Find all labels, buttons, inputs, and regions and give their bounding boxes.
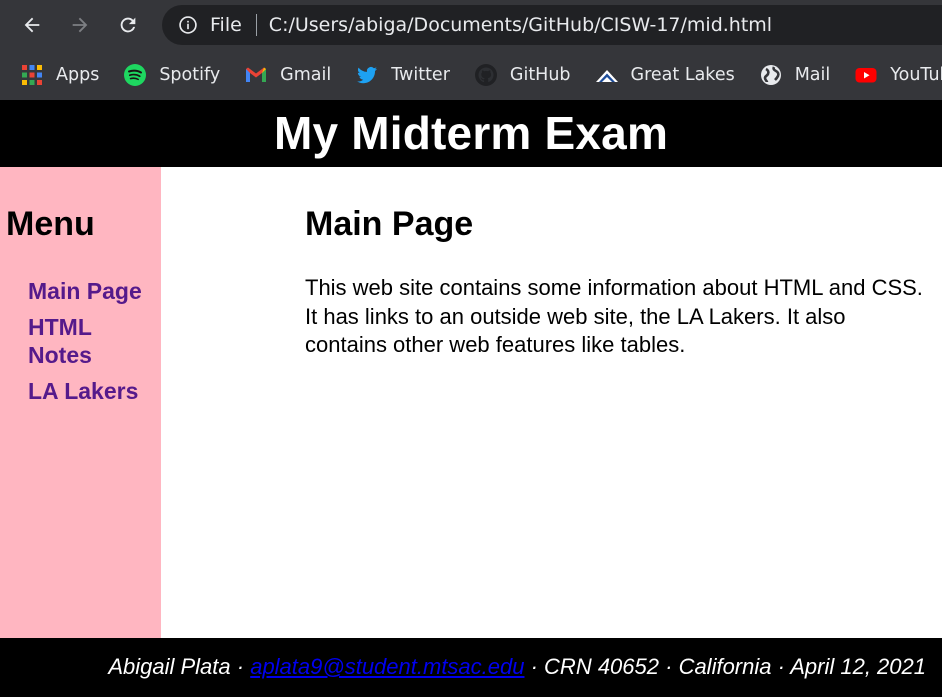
page-title: My Midterm Exam bbox=[273, 107, 669, 159]
footer-crn: CRN 40652 bbox=[544, 654, 659, 679]
reload-icon bbox=[120, 17, 136, 33]
bookmark-gmail[interactable]: Gmail bbox=[244, 63, 331, 87]
bookmark-label: Mail bbox=[794, 65, 831, 85]
bookmark-label: Great Lakes bbox=[630, 65, 735, 85]
back-button[interactable] bbox=[16, 9, 48, 41]
bookmark-great-lakes[interactable]: Great Lakes bbox=[595, 63, 735, 87]
footer-email-link[interactable]: aplata9@student.mtsac.edu bbox=[250, 654, 524, 679]
globe-icon bbox=[759, 63, 783, 87]
bookmark-label: Spotify bbox=[159, 65, 221, 85]
youtube-icon bbox=[854, 63, 878, 87]
bookmark-apps[interactable]: Apps bbox=[20, 63, 99, 87]
footer-location: California bbox=[678, 654, 772, 679]
bookmark-label: YouTube bbox=[890, 65, 942, 85]
bookmarks-bar: Apps Spotify Gmail Twitter GitHub Great … bbox=[0, 50, 942, 100]
menu-item: LA Lakers bbox=[28, 377, 153, 405]
address-bar[interactable]: File C:/Users/abiga/Documents/GitHub/CIS… bbox=[162, 5, 942, 45]
footer-separator: · bbox=[524, 654, 545, 679]
menu-link-main-page[interactable]: Main Page bbox=[28, 277, 153, 305]
sidebar-menu: Menu Main Page HTML Notes LA Lakers bbox=[0, 167, 161, 638]
menu-link-la-lakers[interactable]: LA Lakers bbox=[28, 377, 153, 405]
url-text[interactable]: C:/Users/abiga/Documents/GitHub/CISW-17/… bbox=[269, 14, 772, 36]
apps-grid-icon bbox=[20, 63, 44, 87]
bookmark-mail[interactable]: Mail bbox=[759, 63, 831, 87]
bookmark-youtube[interactable]: YouTube bbox=[854, 63, 942, 87]
footer-separator: · bbox=[659, 654, 679, 679]
bookmark-twitter[interactable]: Twitter bbox=[355, 63, 450, 87]
main-content: Main Page This web site contains some in… bbox=[305, 167, 935, 360]
menu-item: HTML Notes bbox=[28, 313, 153, 369]
bookmark-github[interactable]: GitHub bbox=[474, 63, 571, 87]
site-header: My Midterm Exam bbox=[0, 100, 942, 167]
bookmark-label: Gmail bbox=[280, 65, 332, 85]
footer-separator: · bbox=[230, 654, 251, 679]
forward-button[interactable] bbox=[64, 9, 96, 41]
menu-list: Main Page HTML Notes LA Lakers bbox=[28, 277, 153, 413]
bookmark-label: Twitter bbox=[391, 65, 450, 85]
reload-button[interactable] bbox=[112, 9, 144, 41]
bookmark-label: Apps bbox=[56, 65, 100, 85]
arrow-left-icon bbox=[24, 17, 40, 33]
spotify-icon bbox=[123, 63, 147, 87]
footer-name: Abigail Plata bbox=[108, 654, 231, 679]
great-lakes-icon bbox=[595, 63, 619, 87]
browser-toolbar: File C:/Users/abiga/Documents/GitHub/CIS… bbox=[0, 0, 942, 50]
menu-heading: Menu bbox=[6, 205, 95, 243]
github-icon bbox=[474, 63, 498, 87]
main-heading: Main Page bbox=[305, 205, 474, 243]
menu-item: Main Page bbox=[28, 277, 153, 305]
bookmark-spotify[interactable]: Spotify bbox=[123, 63, 220, 87]
site-footer: Abigail Plata · aplata9@student.mtsac.ed… bbox=[0, 638, 942, 697]
arrow-right-icon bbox=[72, 17, 88, 33]
info-icon[interactable] bbox=[178, 15, 198, 35]
menu-link-html-notes[interactable]: HTML Notes bbox=[28, 313, 153, 369]
twitter-icon bbox=[355, 63, 379, 87]
footer-separator: · bbox=[771, 654, 791, 679]
footer-date: April 12, 2021 bbox=[790, 654, 926, 679]
bookmark-label: GitHub bbox=[509, 65, 571, 85]
omnibox-divider bbox=[255, 14, 257, 36]
file-scheme-label: File bbox=[210, 14, 242, 36]
gmail-icon bbox=[244, 63, 268, 87]
main-paragraph: This web site contains some information … bbox=[305, 275, 923, 357]
